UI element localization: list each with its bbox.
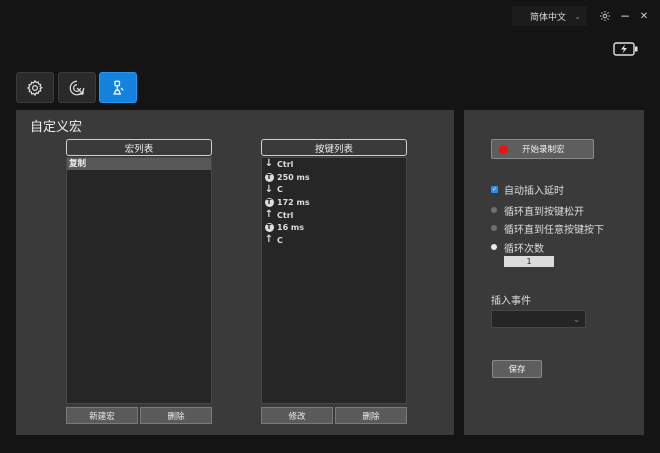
key-list[interactable]: ↓ Ctrl T 250 ms ↓ C T 172 ms ↑ Ctrl T 16…: [261, 157, 407, 404]
delay-event-row[interactable]: T 16 ms: [262, 221, 406, 234]
key-list-header: 按键列表: [261, 139, 407, 156]
key-event-row[interactable]: ↓ C: [262, 183, 406, 196]
minimize-icon: −: [619, 9, 631, 23]
loop-until-any-key-radio[interactable]: 循环直到任意按键按下: [491, 221, 604, 236]
settings-button[interactable]: [598, 8, 612, 24]
save-button[interactable]: 保存: [492, 360, 542, 378]
battery-charging-icon: [613, 42, 638, 56]
delay-t-icon: T: [264, 197, 274, 207]
key-event-row[interactable]: ↑ C: [262, 234, 406, 247]
radio-selected-icon: [491, 244, 497, 250]
tab-macro[interactable]: [99, 72, 137, 103]
gear-icon: [600, 11, 610, 21]
gear-icon: [26, 79, 43, 96]
macro-list-header: 宏列表: [66, 139, 212, 156]
arrow-up-icon: ↑: [264, 234, 274, 246]
record-dot-icon: [499, 144, 508, 154]
macro-list[interactable]: 复制: [66, 157, 212, 404]
loop-count-radio[interactable]: 循环次数: [491, 240, 544, 255]
chevron-down-icon: ⌄: [574, 11, 581, 21]
language-select[interactable]: 简体中文 ⌄: [512, 6, 587, 26]
delay-event-row[interactable]: T 172 ms: [262, 196, 406, 209]
key-event-row[interactable]: ↑ Ctrl: [262, 209, 406, 222]
loop-until-release-radio[interactable]: 循环直到按键松开: [491, 203, 584, 218]
delete-key-button[interactable]: 删除: [335, 407, 407, 424]
checkbox-checked-icon: ✓: [491, 185, 498, 193]
minimize-button[interactable]: −: [618, 8, 632, 24]
arrow-up-icon: ↑: [264, 209, 274, 221]
radio-icon: [491, 207, 497, 213]
close-icon: ✕: [639, 10, 649, 22]
list-item[interactable]: 复制: [67, 158, 211, 170]
start-record-button[interactable]: 开始录制宏: [491, 139, 594, 159]
macro-joystick-icon: [113, 80, 124, 95]
radio-icon: [491, 225, 497, 231]
auto-delay-checkbox[interactable]: ✓ 自动插入延时: [491, 182, 564, 197]
chevron-down-icon: ⌄: [573, 314, 580, 324]
tab-settings[interactable]: [16, 72, 54, 103]
language-label: 简体中文: [530, 12, 567, 23]
page-title: 自定义宏: [30, 120, 83, 135]
insert-event-select[interactable]: ⌄: [491, 310, 586, 328]
arrow-down-icon: ↓: [264, 183, 274, 195]
record-button-label: 开始录制宏: [522, 145, 565, 155]
delete-macro-button[interactable]: 删除: [140, 407, 212, 424]
loop-count-input[interactable]: 1: [504, 256, 554, 267]
insert-event-label: 插入事件: [491, 296, 531, 307]
arrow-down-icon: ↓: [264, 158, 274, 170]
target-cursor-icon: [69, 80, 85, 95]
new-macro-button[interactable]: 新建宏: [66, 407, 138, 424]
close-button[interactable]: ✕: [637, 8, 651, 24]
delay-t-icon: T: [264, 172, 274, 182]
delay-event-row[interactable]: T 250 ms: [262, 171, 406, 184]
edit-key-button[interactable]: 修改: [261, 407, 333, 424]
tab-performance[interactable]: [58, 72, 96, 103]
delay-t-icon: T: [264, 223, 274, 233]
key-event-row[interactable]: ↓ Ctrl: [262, 158, 406, 171]
